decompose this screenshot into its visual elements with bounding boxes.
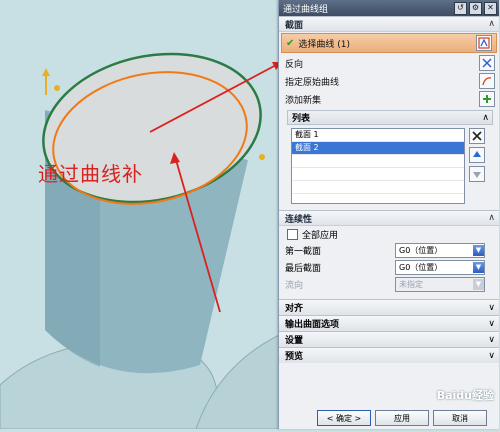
output-surface-group-header[interactable]: 输出曲面选项 ∨ xyxy=(279,315,499,331)
close-icon[interactable]: ✕ xyxy=(484,1,497,15)
move-down-icon[interactable] xyxy=(469,166,485,182)
reverse-direction-icon[interactable] xyxy=(479,55,495,71)
chevron-down-icon[interactable]: ∨ xyxy=(488,303,495,313)
last-section-value: G0（位置） xyxy=(399,263,443,272)
last-section-label: 最后截面 xyxy=(285,264,322,274)
dialog-title: 通过曲线组 xyxy=(283,4,329,15)
select-curve-label: 选择曲线 (1) xyxy=(298,39,351,50)
chevron-down-icon[interactable]: ▼ xyxy=(473,245,484,256)
list-subgroup-header[interactable]: 列表 ∧ xyxy=(287,110,493,125)
add-set-icon[interactable] xyxy=(479,91,495,107)
dialog-footer: < 确定 > 应用 取消 xyxy=(279,407,499,429)
align-title: 对齐 xyxy=(285,304,304,314)
list-item[interactable]: 截面 2 xyxy=(292,142,464,155)
curve-start-marker xyxy=(54,85,60,91)
apply-all-checkbox[interactable] xyxy=(287,228,298,240)
curve-select-icon[interactable] xyxy=(476,35,492,51)
section-group-header[interactable]: 截面 ∧ xyxy=(279,16,499,32)
preview-group-header[interactable]: 预览 ∨ xyxy=(279,347,499,363)
chevron-up-icon[interactable]: ∧ xyxy=(488,19,495,29)
list-item[interactable]: 截面 1 xyxy=(292,129,464,142)
flow-select: 未指定 ▼ xyxy=(395,277,485,292)
section-list-wrap: 截面 1 截面 2 xyxy=(291,128,493,204)
flow-value: 未指定 xyxy=(399,280,423,289)
apply-all-label: 全部应用 xyxy=(302,230,339,241)
checkmark-icon: ✔ xyxy=(286,37,295,49)
specify-origin-row[interactable]: 指定原始曲线 xyxy=(279,72,499,90)
first-section-value: G0（位置） xyxy=(399,246,443,255)
chevron-down-icon[interactable]: ∨ xyxy=(488,351,495,361)
continuity-title: 连续性 xyxy=(285,214,313,225)
chevron-down-icon[interactable]: ∨ xyxy=(488,319,495,329)
list-header-label: 列表 xyxy=(292,114,311,124)
first-section-label: 第一截面 xyxy=(285,247,322,257)
continuity-group-header[interactable]: 连续性 ∧ xyxy=(279,210,499,226)
annotation-text: 通过曲线补 xyxy=(38,162,143,186)
remove-icon[interactable] xyxy=(469,128,485,144)
through-curves-dialog: 通过曲线组 ↺ ⚙ ✕ 截面 ∧ ✔ 选择曲线 (1) 反向 指定原始曲线 添加… xyxy=(278,0,499,429)
first-section-select[interactable]: G0（位置） ▼ xyxy=(395,243,485,258)
origin-curve-icon[interactable] xyxy=(479,73,495,89)
dialog-titlebar: 通过曲线组 ↺ ⚙ ✕ xyxy=(279,0,499,16)
watermark: Baidu经验 xyxy=(436,389,494,402)
chevron-down-icon: ▼ xyxy=(473,279,484,290)
apply-button[interactable]: 应用 xyxy=(375,410,429,426)
chevron-down-icon[interactable]: ∨ xyxy=(488,335,495,345)
cancel-button[interactable]: 取消 xyxy=(433,410,487,426)
list-item-empty xyxy=(292,181,464,194)
last-section-row: 最后截面 G0（位置） ▼ xyxy=(279,259,499,276)
flow-label: 流向 xyxy=(285,281,304,291)
flow-row: 流向 未指定 ▼ xyxy=(279,276,499,293)
add-new-set-row[interactable]: 添加新集 xyxy=(279,90,499,108)
chevron-up-icon[interactable]: ∧ xyxy=(488,213,495,223)
chevron-up-icon[interactable]: ∧ xyxy=(482,113,489,123)
list-item-empty xyxy=(292,155,464,168)
select-curve-row[interactable]: ✔ 选择曲线 (1) xyxy=(281,33,497,53)
reverse-row[interactable]: 反向 xyxy=(279,54,499,72)
list-item-empty xyxy=(292,168,464,181)
last-section-select[interactable]: G0（位置） ▼ xyxy=(395,260,485,275)
list-buttons xyxy=(469,128,485,204)
preview-title: 预览 xyxy=(285,352,304,362)
chevron-down-icon[interactable]: ▼ xyxy=(473,262,484,273)
output-surface-title: 输出曲面选项 xyxy=(285,320,340,330)
align-group-header[interactable]: 对齐 ∨ xyxy=(279,299,499,315)
move-up-icon[interactable] xyxy=(469,147,485,163)
settings-title: 设置 xyxy=(285,336,304,346)
reset-icon[interactable]: ↺ xyxy=(454,1,467,15)
reverse-label: 反向 xyxy=(285,59,304,70)
first-section-row: 第一截面 G0（位置） ▼ xyxy=(279,242,499,259)
settings-group-header[interactable]: 设置 ∨ xyxy=(279,331,499,347)
specify-origin-label: 指定原始曲线 xyxy=(285,77,340,88)
section-group-title: 截面 xyxy=(285,20,304,31)
section-list[interactable]: 截面 1 截面 2 xyxy=(291,128,465,204)
settings-icon[interactable]: ⚙ xyxy=(469,1,482,15)
ok-button[interactable]: < 确定 > xyxy=(317,410,371,426)
curve-endpoint-marker xyxy=(259,154,265,160)
add-new-set-label: 添加新集 xyxy=(285,95,322,106)
apply-all-row[interactable]: 全部应用 xyxy=(279,226,499,242)
